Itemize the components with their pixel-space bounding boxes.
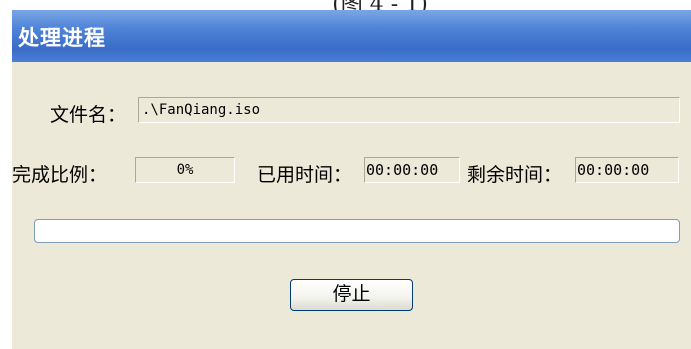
title-bar[interactable]: 处理进程	[12, 10, 691, 62]
elapsed-time-field: 00:00:00	[364, 157, 460, 183]
elapsed-time-label: 已用时间：	[257, 164, 353, 186]
percent-field: 0%	[135, 157, 235, 183]
remaining-time-field: 00:00:00	[575, 157, 679, 183]
figure-caption: (图 4 - 1)	[332, 0, 428, 17]
stop-button[interactable]: 停止	[290, 279, 413, 311]
progress-dialog: 处理进程 文件名： .\FanQiang.iso 完成比例： 0% 已用时间： …	[12, 10, 691, 349]
progress-bar	[34, 219, 680, 243]
file-name-label: 文件名：	[50, 104, 127, 126]
file-name-field: .\FanQiang.iso	[138, 97, 680, 123]
remaining-time-label: 剩余时间：	[467, 164, 563, 186]
percent-label: 完成比例：	[12, 164, 108, 186]
window-title: 处理进程	[18, 26, 106, 50]
